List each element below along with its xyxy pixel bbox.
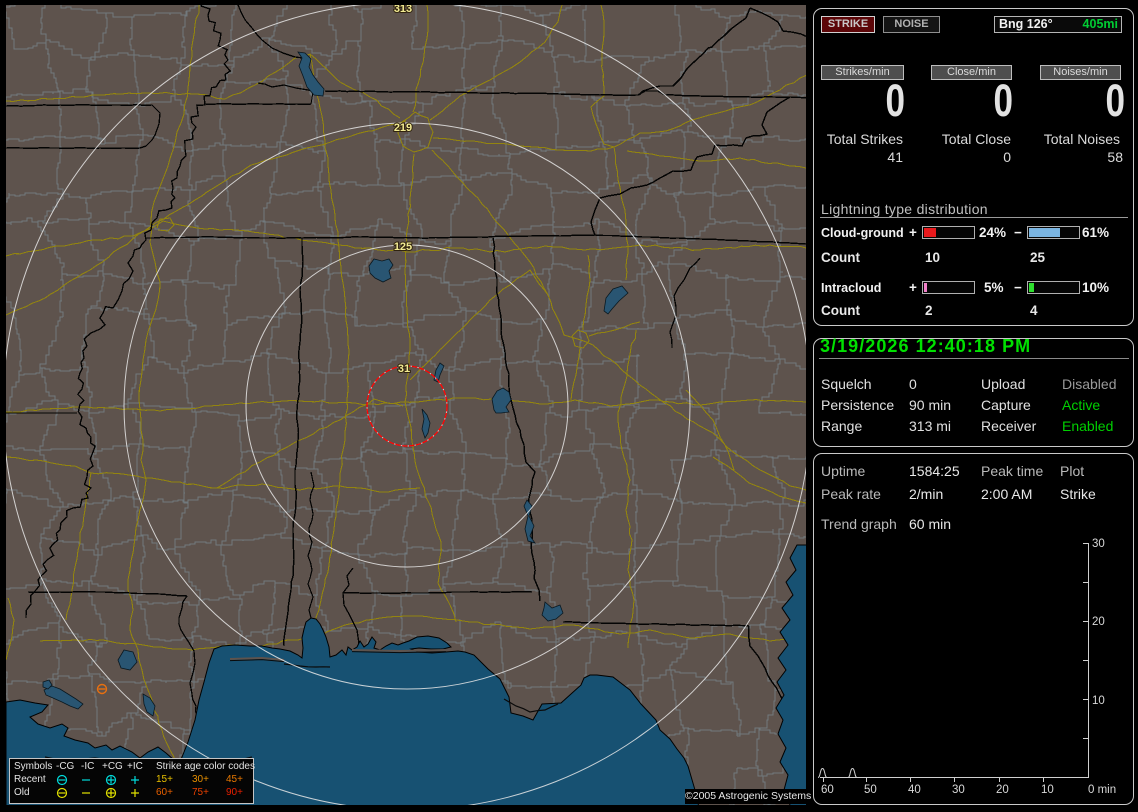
svg-text:219: 219	[394, 122, 412, 134]
svg-text:313: 313	[394, 5, 412, 15]
svg-text:50: 50	[864, 784, 877, 796]
svg-text:30: 30	[952, 784, 965, 796]
svg-text:31: 31	[398, 363, 410, 375]
svg-text:60: 60	[821, 784, 834, 796]
svg-text:20: 20	[1092, 616, 1105, 628]
svg-text:20: 20	[996, 784, 1009, 796]
svg-text:10: 10	[1092, 695, 1105, 707]
svg-text:40: 40	[908, 784, 921, 796]
svg-text:125: 125	[394, 241, 412, 253]
svg-text:30: 30	[1092, 538, 1105, 550]
svg-text:10: 10	[1041, 784, 1054, 796]
svg-text:0 min: 0 min	[1088, 784, 1116, 796]
